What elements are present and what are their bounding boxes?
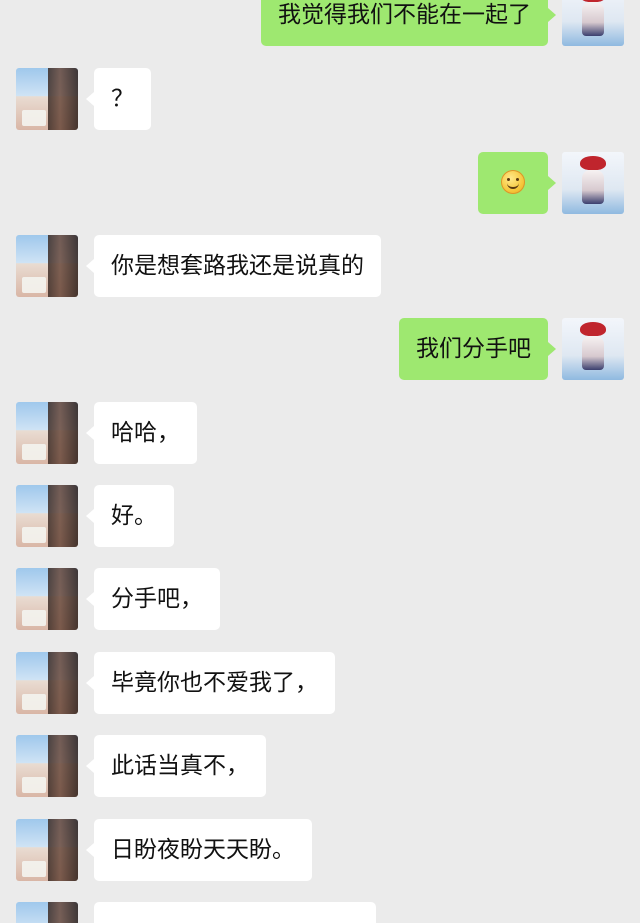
message-text: 此话当真不，: [111, 753, 249, 779]
message-bubble-received[interactable]: 日盼夜盼天天盼。: [86, 819, 312, 881]
smiley-icon: [501, 169, 525, 194]
contact-avatar[interactable]: [16, 735, 78, 797]
contact-avatar[interactable]: [16, 902, 78, 923]
message-row: 哈哈，: [0, 402, 640, 464]
message-text: ？: [111, 86, 134, 112]
message-bubble-received[interactable]: 你是想套路我还是说真的: [86, 235, 381, 297]
message-text: 毕竟你也不爱我了，: [111, 670, 318, 696]
message-row: [0, 152, 640, 214]
message-text: 分手吧，: [111, 586, 203, 612]
message-bubble-received[interactable]: 哈哈，: [86, 402, 197, 464]
message-text: 我们分手吧: [416, 336, 531, 362]
message-bubble-sent[interactable]: 我觉得我们不能在一起了: [261, 0, 556, 46]
message-bubble-sent[interactable]: 我们分手吧: [399, 318, 556, 380]
message-row: [0, 902, 640, 923]
message-bubble-received[interactable]: [94, 902, 376, 923]
my-avatar[interactable]: [562, 152, 624, 214]
message-row: 我觉得我们不能在一起了: [0, 0, 640, 46]
contact-avatar[interactable]: [16, 819, 78, 881]
message-text: 好。: [111, 503, 157, 529]
message-text: 我觉得我们不能在一起了: [278, 2, 531, 28]
message-bubble-received[interactable]: 毕竟你也不爱我了，: [86, 652, 335, 714]
contact-avatar[interactable]: [16, 568, 78, 630]
contact-avatar[interactable]: [16, 485, 78, 547]
message-text: 你是想套路我还是说真的: [111, 253, 364, 279]
message-text: 日盼夜盼天天盼。: [111, 837, 295, 863]
message-bubble-received[interactable]: ？: [86, 68, 151, 130]
message-text: 哈哈，: [111, 420, 180, 446]
my-avatar[interactable]: [562, 318, 624, 380]
message-row: 我们分手吧: [0, 318, 640, 380]
contact-avatar[interactable]: [16, 68, 78, 130]
contact-avatar[interactable]: [16, 652, 78, 714]
message-row: ？: [0, 68, 640, 130]
message-row: 分手吧，: [0, 568, 640, 630]
message-row: 日盼夜盼天天盼。: [0, 819, 640, 881]
message-bubble-sent[interactable]: [478, 152, 556, 214]
message-bubble-received[interactable]: 此话当真不，: [86, 735, 266, 797]
message-row: 毕竟你也不爱我了，: [0, 652, 640, 714]
message-row: 你是想套路我还是说真的: [0, 235, 640, 297]
message-bubble-received[interactable]: 分手吧，: [86, 568, 220, 630]
contact-avatar[interactable]: [16, 402, 78, 464]
contact-avatar[interactable]: [16, 235, 78, 297]
message-row: 此话当真不，: [0, 735, 640, 797]
message-row: 好。: [0, 485, 640, 547]
message-bubble-received[interactable]: 好。: [86, 485, 174, 547]
my-avatar[interactable]: [562, 0, 624, 46]
